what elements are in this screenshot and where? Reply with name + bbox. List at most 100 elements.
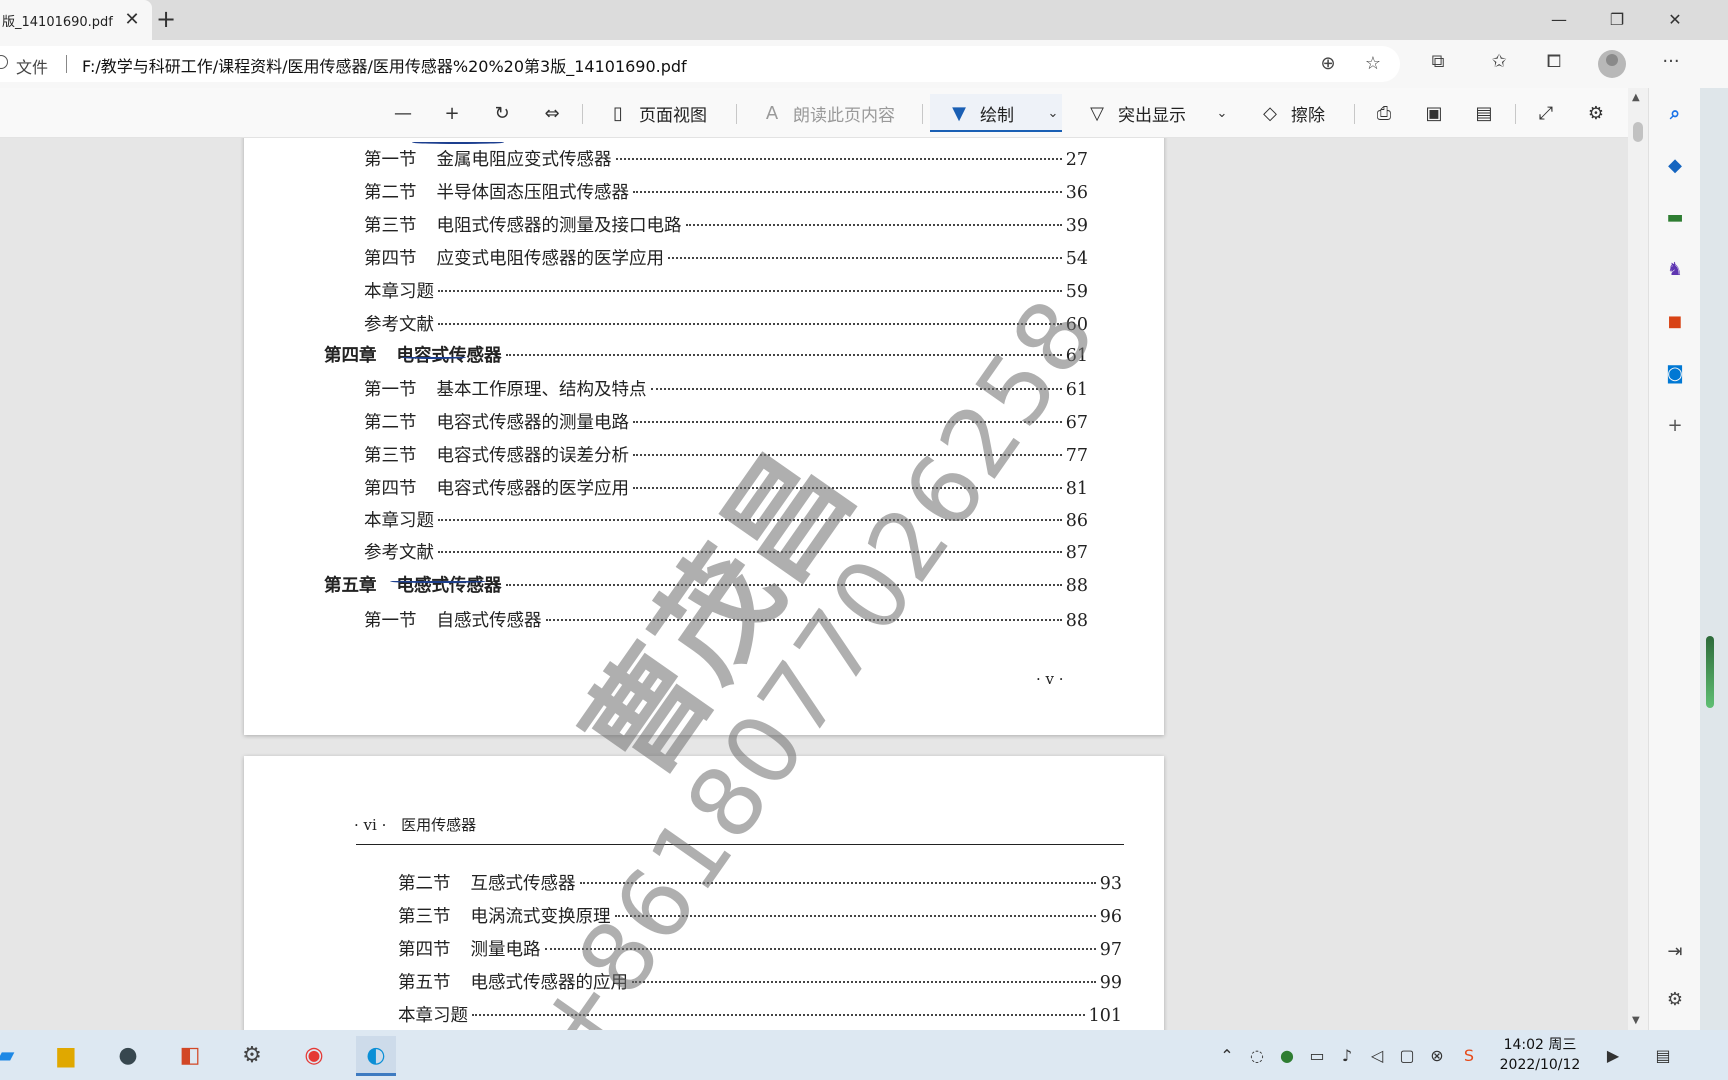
powerpoint-icon[interactable]: ◧: [170, 1036, 210, 1076]
add-icon[interactable]: +: [1663, 414, 1687, 438]
vertical-scrollbar[interactable]: ▲ ▼: [1628, 88, 1648, 1030]
scroll-down-icon[interactable]: ▼: [1632, 1015, 1640, 1026]
draw-button[interactable]: ▼ 绘制: [948, 100, 1014, 126]
address-separator: [66, 55, 67, 73]
more-menu-icon[interactable]: ···: [1660, 51, 1682, 73]
toc-entry-title: 电感式传感器的应用: [470, 973, 629, 993]
browser-tab[interactable]: 版_14101690.pdf ✕: [0, 0, 152, 40]
zoom-in-button[interactable]: +: [441, 100, 463, 126]
settings-app-icon[interactable]: ⚙: [232, 1036, 272, 1076]
games-icon[interactable]: ♞: [1663, 258, 1687, 282]
toolbar-divider: [582, 104, 583, 124]
add-favorite-icon[interactable]: ☆: [1362, 53, 1384, 75]
toc-page-number: 81: [1065, 479, 1088, 499]
settings-button[interactable]: ⚙: [1585, 100, 1607, 126]
zoom-icon[interactable]: ⊕: [1317, 53, 1339, 75]
zoom-out-button[interactable]: —: [392, 100, 414, 126]
highlight-button[interactable]: ▽ 突出显示: [1086, 100, 1186, 126]
pen-annotation: [390, 580, 486, 583]
start-icon[interactable]: ▰: [0, 1036, 26, 1076]
pen-icon: ▼: [952, 102, 966, 124]
toc-entry-label: 第四章: [324, 346, 377, 366]
extensions-icon[interactable]: ⧉: [1427, 51, 1449, 73]
volume-icon[interactable]: ◁: [1366, 1045, 1388, 1067]
page-view-label: 页面视图: [639, 105, 707, 126]
file-explorer-icon[interactable]: ▆: [46, 1036, 86, 1076]
toc-entry-label: 第一节: [364, 150, 417, 170]
restore-button[interactable]: ❐: [1594, 6, 1640, 34]
page-view-button[interactable]: ▯ 页面视图: [607, 100, 707, 126]
scroll-thumb[interactable]: [1633, 122, 1643, 142]
hide-sidebar-icon[interactable]: ⇥: [1663, 940, 1687, 964]
new-tab-button[interactable]: +: [152, 6, 180, 34]
toc-section-entry: 参考文献 87: [364, 539, 1088, 564]
header-rule: [356, 844, 1124, 845]
toc-section-entry: 第二节 半导体固态压阻式传感器 36: [364, 179, 1088, 204]
print-button[interactable]: ⎙: [1373, 100, 1395, 126]
system-clock[interactable]: 14:02 周三 2022/10/12: [1496, 1035, 1584, 1075]
site-info-icon[interactable]: [0, 55, 8, 69]
save-icon: ▣: [1425, 102, 1443, 124]
pdf-viewer[interactable]: 第三章应变式电阻传感器27第一节金属电阻应变式传感器27第二节半导体固态压阻式传…: [0, 138, 1628, 1030]
page-view-icon: ▯: [613, 102, 623, 124]
toc-section-entry: 本章习题 86: [364, 507, 1088, 532]
save-button[interactable]: ▣: [1423, 100, 1445, 126]
toolbar-divider: [922, 104, 923, 124]
green-app-icon[interactable]: ●: [1276, 1045, 1298, 1067]
show-hidden-icons-icon[interactable]: ⌃: [1216, 1045, 1238, 1067]
fullscreen-button[interactable]: ⤢: [1535, 100, 1557, 126]
outlook-icon[interactable]: ◙: [1663, 362, 1687, 386]
rotate-button[interactable]: ↻: [491, 100, 513, 126]
save-as-button[interactable]: ▤: [1473, 100, 1495, 126]
edge-icon[interactable]: ◐: [356, 1036, 396, 1076]
close-window-button[interactable]: ✕: [1652, 6, 1698, 34]
address-bar[interactable]: 文件 F:/教学与科研工作/课程资料/医用传感器/医用传感器%20%20第3版_…: [0, 46, 1400, 82]
media-app-icon[interactable]: ●: [108, 1036, 148, 1076]
toc-leader-dots: [505, 584, 1062, 586]
network-icon[interactable]: ▢: [1396, 1045, 1418, 1067]
sidebar-settings-icon[interactable]: ⚙: [1663, 988, 1687, 1012]
toc-leader-dots: [633, 191, 1062, 193]
scroll-up-icon[interactable]: ▲: [1632, 92, 1640, 103]
toc-leader-dots: [633, 454, 1062, 456]
toc-entry-title: 测量电路: [470, 940, 541, 960]
clock-date: 2022/10/12: [1499, 1057, 1581, 1073]
toc-entry-title: 应变式电阻传感器的医学应用: [436, 249, 665, 269]
fit-width-button[interactable]: ⇔: [541, 100, 563, 126]
microphone-icon[interactable]: ♪: [1336, 1045, 1358, 1067]
toolbar-divider: [1515, 104, 1516, 124]
erase-button[interactable]: ◇ 擦除: [1259, 100, 1325, 126]
taskbar: ▰ ▆ ● ◧ ⚙ ◉ ◐ ⌃ ◌ ● ▭ ♪ ◁ ▢ ⊗ S 14:02 周三…: [0, 1030, 1728, 1080]
pdf-page-v: 第三章应变式电阻传感器27第一节金属电阻应变式传感器27第二节半导体固态压阻式传…: [244, 138, 1164, 735]
chevron-down-icon: ⌄: [1047, 105, 1059, 121]
search-icon[interactable]: ⌕: [1663, 102, 1687, 126]
favorites-icon[interactable]: ✩: [1488, 51, 1510, 73]
toc-chapter-entry: 第五章 电感式传感器 88: [324, 572, 1088, 597]
draw-dropdown[interactable]: ⌄: [1042, 100, 1064, 126]
page-folio: · v ·: [1036, 670, 1064, 688]
tab-close-icon[interactable]: ✕: [122, 10, 142, 30]
highlight-dropdown[interactable]: ⌄: [1211, 100, 1233, 126]
shopping-icon[interactable]: ◆: [1663, 154, 1687, 178]
tools-icon[interactable]: ▬: [1663, 206, 1687, 230]
address-row: 文件 F:/教学与科研工作/课程资料/医用传感器/医用传感器%20%20第3版_…: [0, 40, 1728, 88]
collections-icon[interactable]: ⧠: [1543, 51, 1565, 73]
url-text[interactable]: F:/教学与科研工作/课程资料/医用传感器/医用传感器%20%20第3版_141…: [82, 53, 687, 77]
profile-avatar[interactable]: [1598, 50, 1626, 78]
office-icon[interactable]: ◼: [1663, 310, 1687, 334]
action-center-icon[interactable]: ▤: [1652, 1045, 1674, 1067]
ime-icon[interactable]: S: [1458, 1045, 1480, 1067]
toolbar-divider: [736, 104, 737, 124]
blocked-icon[interactable]: ⊗: [1426, 1045, 1448, 1067]
read-aloud-button[interactable]: A 朗读此页内容: [761, 100, 895, 126]
toc-entry-label: 第四节: [364, 249, 417, 269]
pdf-page-vi: · vi · 医用传感器 第二节 互感式传感器 93 第三节 电涡流式变换原理 96 第四节…: [244, 756, 1164, 1030]
notification-bell-icon[interactable]: ◌: [1246, 1045, 1268, 1067]
minimize-button[interactable]: —: [1536, 6, 1582, 34]
show-desktop-icon[interactable]: ▶: [1602, 1045, 1624, 1067]
toc-entry-title: 电感式传感器: [396, 576, 502, 596]
chrome-icon[interactable]: ◉: [294, 1036, 334, 1076]
minus-icon: —: [394, 102, 412, 124]
battery-icon[interactable]: ▭: [1306, 1045, 1328, 1067]
toc-leader-dots: [650, 388, 1062, 390]
